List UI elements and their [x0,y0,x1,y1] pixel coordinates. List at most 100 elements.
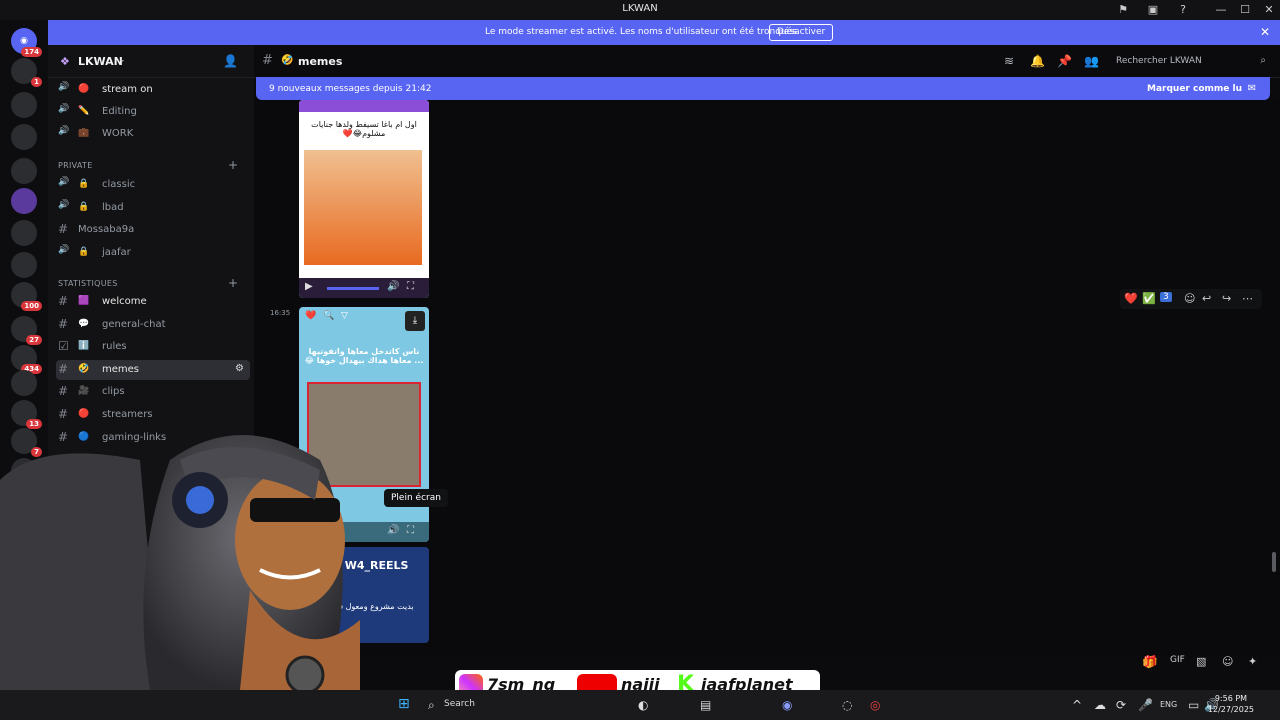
video-controls: ▶ 🔊 ⛶ [299,278,429,298]
close-window-icon[interactable]: ✕ [1262,3,1276,17]
channel-item[interactable]: 🔊 🔒 classic [56,175,250,195]
message-timestamp: 16:35 [270,309,291,317]
voice-channel-icon: 🔊 [58,177,70,187]
disable-streamer-mode-button[interactable]: Désactiver [769,24,834,41]
channel-item[interactable]: # 🎥 clips [56,382,250,402]
gear-icon[interactable]: ⚙ [235,363,244,374]
app-icon[interactable]: ◌ [842,698,852,712]
channel-item[interactable]: 🔊 🔒 jaafar [56,243,250,263]
voice-channel-icon: 🔊 [58,199,70,210]
new-messages-bar[interactable]: 9 nouveaux messages depuis 21:42 Marquer… [256,77,1270,100]
check-reaction-icon[interactable]: ✅ [1142,292,1156,305]
clock[interactable]: 9:56 PM 12/27/2025 [1208,693,1254,715]
hash-icon: # [262,53,273,68]
hash-icon: # [58,316,69,331]
mark-as-read-button[interactable]: Marquer comme lu [1147,84,1242,94]
gift-icon[interactable]: 🎁 [1144,655,1158,668]
reaction-count[interactable]: 3 [1160,292,1172,302]
members-icon[interactable]: 👥 [1084,54,1099,68]
channel-item[interactable]: # Mossaba9a [56,220,250,240]
taskbar-search-icon[interactable]: ⌕ [428,698,435,713]
hash-icon: # [58,222,69,236]
server-icon[interactable] [11,220,37,246]
add-channel-icon[interactable]: + [228,158,238,172]
add-reaction-icon[interactable]: ☺ [1184,292,1195,305]
explorer-icon[interactable]: ▤ [700,698,711,712]
threads-icon[interactable]: ≋ [1004,54,1014,68]
channel-item[interactable]: 🔊 💼 WORK [56,124,250,144]
category-header[interactable]: STATISTIQUES [58,279,118,288]
forward-icon[interactable]: ↪ [1222,292,1231,305]
minimize-icon[interactable]: — [1214,3,1228,17]
heart-reaction-icon[interactable]: ❤️ [1124,292,1138,305]
server-header[interactable]: ❖ LKWAN ⌄ 👤 [48,45,254,78]
apps-icon[interactable]: ✦ [1248,655,1257,668]
voice-channel-icon: 🔊 [58,82,70,92]
mic-icon[interactable]: 🎤 [1138,698,1153,712]
server-icon[interactable] [11,92,37,118]
voice-channel-icon: 🔊 [58,126,70,136]
server-icon[interactable] [11,158,37,184]
edge-icon[interactable]: ◐ [638,698,648,712]
server-icon[interactable] [11,370,37,396]
server-icon[interactable]: 100 [11,282,42,311]
fullscreen-icon[interactable]: ⛶ [407,281,414,292]
maximize-icon[interactable]: ☐ [1238,3,1252,17]
emoji-icon[interactable]: ☺ [1222,655,1233,668]
hash-icon: # [58,384,69,399]
channel-emoji-icon: 🔒 [78,246,90,257]
reply-icon[interactable]: ↩ [1202,292,1211,305]
help-icon[interactable]: ? [1176,3,1190,17]
sticker-icon[interactable]: ▧ [1196,655,1206,668]
search-input[interactable]: Rechercher LKWAN ⌕ [1110,52,1270,70]
channel-item[interactable]: # 💬 general-chat [56,315,250,335]
download-icon[interactable]: ⤓ [405,311,425,331]
channel-item[interactable]: # 🟪 welcome [56,292,250,312]
bell-icon[interactable]: 🔔 [1030,54,1045,68]
invite-icon[interactable]: 👤 [223,54,238,68]
server-icon[interactable] [11,188,37,214]
chevron-down-icon: ⌄ [118,55,126,65]
channel-emoji-icon: 🔒 [78,201,90,212]
sync-icon[interactable]: ⟳ [1116,698,1126,712]
progress-bar[interactable] [327,287,379,290]
taskbar-search-label[interactable]: Search [444,699,475,709]
flag-icon[interactable]: ⚑ [1116,3,1130,17]
tray-icon[interactable]: ☁ [1094,698,1106,712]
pin-icon[interactable]: 📌 [1057,54,1072,68]
server-icon[interactable]: ◉ 174 [11,28,42,57]
volume-icon[interactable]: 🔊 [387,281,399,292]
add-channel-icon[interactable]: + [228,276,238,290]
close-icon[interactable]: ✕ [1260,25,1270,39]
display-icon[interactable]: ▭ [1188,698,1199,712]
new-messages-text: 9 nouveaux messages depuis 21:42 [269,84,432,94]
channel-item[interactable]: 🔊 🔒 lbad [56,198,250,218]
server-icon[interactable]: 434 [11,345,42,374]
channel-item[interactable]: # 🤣 memes ⚙ [56,359,250,380]
discord-taskbar-icon[interactable]: ◉ [782,698,792,712]
video-attachment-1[interactable]: اول ام باغا تسيفط ولدها جنايات مشلوم😂❤️ … [299,100,429,298]
windows-start-icon[interactable]: ⊞ [398,696,410,712]
channel-emoji-icon: 🤣 [281,55,294,66]
server-icon[interactable]: 27 [11,316,42,345]
server-icon[interactable] [11,124,37,150]
channel-label: classic [102,179,136,190]
video-caption-2: ناس كاتدخل معاها واتفوتيها ... معاها هدا… [304,347,424,365]
server-icon[interactable]: 1 [11,58,42,87]
channel-item[interactable]: 🔊 ✏️ Editing [56,102,250,122]
gif-icon[interactable]: GIF [1170,655,1185,665]
inbox-icon[interactable]: ▣ [1146,3,1160,17]
play-icon[interactable]: ▶ [305,281,313,292]
chrome-icon[interactable]: ◎ [870,698,880,712]
channel-item[interactable]: ☑ ℹ️ rules [56,337,250,357]
more-icon[interactable]: ⋯ [1242,292,1253,305]
chevron-up-icon[interactable]: ^ [1072,698,1082,712]
scrollbar[interactable] [1272,552,1276,572]
channel-label: memes [102,363,139,375]
channel-item[interactable]: 🔊 🔴 stream on [56,80,250,100]
category-header[interactable]: PRIVATE [58,161,93,170]
server-icon[interactable] [11,252,37,278]
channel-emoji-icon: 💼 [78,128,90,138]
voice-channel-icon: 🔊 [58,104,70,114]
language-indicator[interactable]: ENG [1160,700,1177,709]
